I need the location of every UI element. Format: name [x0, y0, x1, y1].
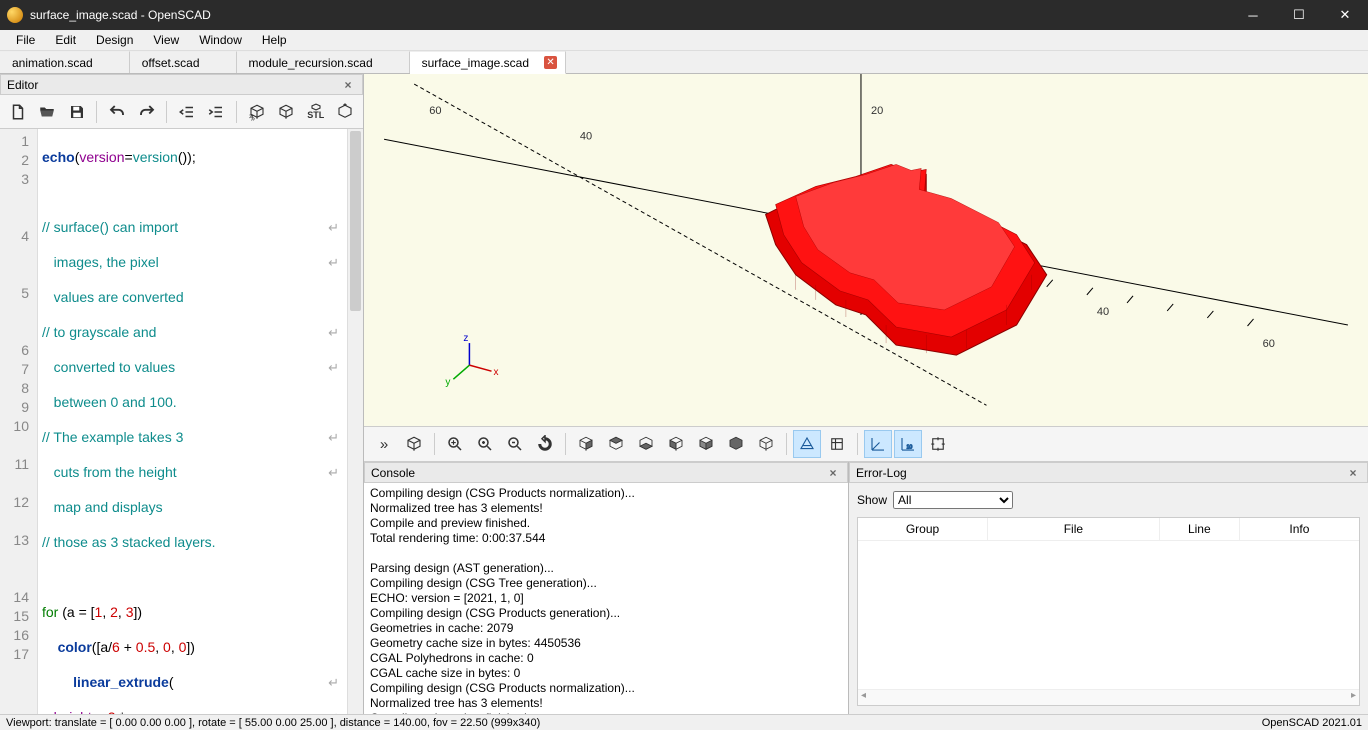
perspective-toggle-icon[interactable] [793, 430, 821, 458]
menubar: File Edit Design View Window Help [0, 30, 1368, 51]
view-diag-icon[interactable] [752, 430, 780, 458]
titlebar: surface_image.scad - OpenSCAD ─ ☐ ✕ [0, 0, 1368, 30]
tab-animation[interactable]: animation.scad [0, 51, 130, 73]
console-header: Console × [364, 462, 848, 483]
editor-header: Editor × [0, 74, 363, 95]
tab-surface-image[interactable]: surface_image.scad ✕ [410, 51, 566, 74]
editor-pane: Editor × » STL 1234567891011121314151617… [0, 74, 364, 714]
close-button[interactable]: ✕ [1322, 0, 1368, 30]
line-gutter: 1234567891011121314151617 [0, 129, 38, 714]
app-icon [7, 7, 23, 23]
reset-view-icon[interactable] [531, 430, 559, 458]
svg-text:60: 60 [1263, 338, 1275, 350]
file-tabs: animation.scad offset.scad module_recurs… [0, 51, 1368, 74]
svg-text:y: y [445, 377, 450, 388]
errorlog-col-group[interactable]: Group [858, 518, 988, 540]
console-pane: Console × Compiling design (CSG Products… [364, 462, 849, 714]
open-file-icon[interactable] [33, 98, 60, 126]
menu-design[interactable]: Design [86, 31, 143, 49]
menu-help[interactable]: Help [252, 31, 297, 49]
viewport-toolbar: » 10 [364, 426, 1368, 462]
view-left-icon[interactable] [662, 430, 690, 458]
tab-module-recursion[interactable]: module_recursion.scad [237, 51, 410, 73]
export-stl-icon[interactable]: STL [302, 98, 329, 126]
svg-text:40: 40 [1097, 306, 1109, 318]
view-render-icon[interactable] [400, 430, 428, 458]
view-front-icon[interactable] [692, 430, 720, 458]
save-file-icon[interactable] [63, 98, 90, 126]
errorlog-hscroll[interactable] [858, 689, 1359, 705]
menu-file[interactable]: File [6, 31, 45, 49]
view-back-icon[interactable] [722, 430, 750, 458]
errorlog-col-info[interactable]: Info [1240, 518, 1359, 540]
undo-icon[interactable] [103, 98, 130, 126]
console-title: Console [371, 466, 415, 480]
minimize-button[interactable]: ─ [1230, 0, 1276, 30]
zoom-out-icon[interactable] [501, 430, 529, 458]
orthographic-toggle-icon[interactable] [823, 430, 851, 458]
zoom-fit-icon[interactable] [441, 430, 469, 458]
preview-icon[interactable]: » [243, 98, 270, 126]
menu-view[interactable]: View [143, 31, 189, 49]
editor-scrollbar[interactable] [347, 129, 363, 714]
menu-edit[interactable]: Edit [45, 31, 86, 49]
errorlog-col-file[interactable]: File [988, 518, 1160, 540]
code-editor[interactable]: 1234567891011121314151617 echo(version=v… [0, 129, 363, 714]
svg-text:20: 20 [871, 105, 883, 117]
svg-text:z: z [463, 333, 468, 344]
maximize-button[interactable]: ☐ [1276, 0, 1322, 30]
errorlog-title: Error-Log [856, 466, 907, 480]
statusbar-viewport-info: Viewport: translate = [ 0.00 0.00 0.00 ]… [6, 717, 540, 729]
editor-title: Editor [7, 78, 38, 92]
new-file-icon[interactable] [4, 98, 31, 126]
errorlog-show-label: Show [857, 493, 887, 507]
editor-toolbar: » STL [0, 95, 363, 129]
unindent-icon[interactable] [173, 98, 200, 126]
indent-icon[interactable] [203, 98, 230, 126]
render-icon[interactable] [273, 98, 300, 126]
send-icon[interactable] [331, 98, 358, 126]
svg-text:x: x [494, 367, 499, 378]
errorlog-close-icon[interactable]: × [1345, 466, 1361, 480]
statusbar-version: OpenSCAD 2021.01 [1262, 717, 1362, 729]
statusbar: Viewport: translate = [ 0.00 0.00 0.00 ]… [0, 714, 1368, 730]
errorlog-col-line[interactable]: Line [1160, 518, 1240, 540]
console-output[interactable]: Compiling design (CSG Products normaliza… [364, 483, 848, 714]
svg-text:40: 40 [580, 130, 592, 142]
window-title: surface_image.scad - OpenSCAD [30, 8, 1230, 22]
3d-scene: 20 20 40 60 40 60 z [364, 74, 1368, 415]
close-tab-icon[interactable]: ✕ [544, 56, 557, 69]
view-top-icon[interactable] [602, 430, 630, 458]
3d-viewport[interactable]: 20 20 40 60 40 60 z [364, 74, 1368, 426]
view-bottom-icon[interactable] [632, 430, 660, 458]
show-axes-icon[interactable] [864, 430, 892, 458]
errorlog-pane: Error-Log × Show All Group File [849, 462, 1368, 714]
zoom-in-icon[interactable] [471, 430, 499, 458]
tab-offset[interactable]: offset.scad [130, 51, 237, 73]
redo-icon[interactable] [133, 98, 160, 126]
show-scale-icon[interactable]: 10 [894, 430, 922, 458]
code-content[interactable]: echo(version=version()); // surface() ca… [38, 129, 347, 714]
editor-close-icon[interactable]: × [340, 78, 356, 92]
view-preview-icon[interactable]: » [370, 430, 398, 458]
console-close-icon[interactable]: × [825, 466, 841, 480]
errorlog-header: Error-Log × [849, 462, 1368, 483]
menu-window[interactable]: Window [189, 31, 252, 49]
errorlog-table[interactable]: Group File Line Info [857, 517, 1360, 706]
svg-text:10: 10 [907, 445, 913, 451]
svg-text:60: 60 [429, 105, 441, 117]
show-crosshair-icon[interactable] [924, 430, 952, 458]
view-right-icon[interactable] [572, 430, 600, 458]
errorlog-filter-select[interactable]: All [893, 491, 1013, 509]
